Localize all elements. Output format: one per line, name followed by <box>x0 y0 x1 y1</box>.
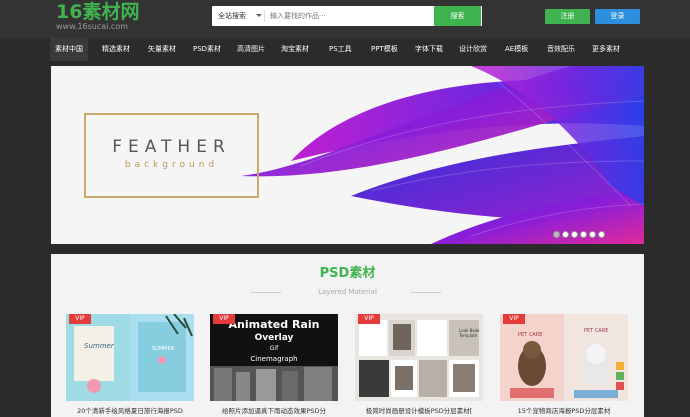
carousel-dot[interactable] <box>562 231 569 238</box>
section-subtitle: Layered Material <box>318 288 377 296</box>
card-image-text: Cinemagraph <box>250 355 298 363</box>
nav-item-hd-images[interactable]: 高清图片 <box>232 38 270 61</box>
feather-title-frame: FEATHER background <box>84 113 259 198</box>
section-title: PSD素材 <box>319 266 376 281</box>
carousel-dot[interactable] <box>580 231 587 238</box>
search-button[interactable]: 搜索 <box>434 6 481 26</box>
nav-item-more[interactable]: 更多素材 <box>587 38 625 61</box>
carousel-dot[interactable] <box>553 231 560 238</box>
carousel-dot[interactable] <box>598 231 605 238</box>
nav-item-featured[interactable]: 精选素材 <box>97 38 135 61</box>
card-image-text: Overlay <box>254 333 294 343</box>
vip-badge: VIP <box>358 314 380 324</box>
vip-badge: VIP <box>69 314 91 324</box>
psd-section: PSD素材 Layered Material Summer SUMMER VIP… <box>51 254 644 417</box>
nav-item-ps-tools[interactable]: PS工具 <box>324 38 357 61</box>
card-image-text: Look Book Template <box>459 328 480 338</box>
card-caption[interactable]: 极简时尚画册设计模板PSD分层素材[ <box>350 405 488 415</box>
card-caption[interactable]: 20个清新手绘风格夏日旅行海报PSD <box>61 405 199 415</box>
vip-badge: VIP <box>503 314 525 324</box>
carousel-dot[interactable] <box>589 231 596 238</box>
summer-poster-image <box>66 314 194 401</box>
login-button[interactable]: 登录 <box>595 9 640 24</box>
card-image-text: Gif <box>269 345 279 352</box>
nav-item-design[interactable]: 设计欣赏 <box>454 38 492 61</box>
top-header: 16素材网 www.16sucai.com 全站搜索 搜索 注册 登录 <box>0 0 690 38</box>
card-image-text: Summer <box>84 342 114 350</box>
nav-item-vector[interactable]: 矢量素材 <box>143 38 181 61</box>
search-scope-select[interactable]: 全站搜索 <box>218 6 246 26</box>
nav-item-ppt[interactable]: PPT模板 <box>366 38 403 61</box>
card-image-text: SUMMER <box>152 346 175 352</box>
card-image-text: PET CARE <box>584 328 609 334</box>
nav-item-audio[interactable]: 音效配乐 <box>542 38 580 61</box>
carousel-dots <box>553 223 607 242</box>
material-card-thumbnail[interactable]: Summer SUMMER VIP <box>66 314 194 401</box>
search-input[interactable] <box>270 6 440 26</box>
nav-item-psd[interactable]: PSD素材 <box>188 38 226 61</box>
site-logo[interactable]: 16素材网 www.16sucai.com <box>56 1 139 31</box>
chevron-down-icon <box>256 14 262 17</box>
vip-badge: VIP <box>213 314 235 324</box>
pet-care-image <box>500 314 628 401</box>
register-button[interactable]: 注册 <box>545 9 590 24</box>
card-caption[interactable]: 给照片添加逼真下雨动态效果PSD分 <box>205 405 343 415</box>
nav-item-fonts[interactable]: 字体下载 <box>410 38 448 61</box>
divider <box>411 292 441 293</box>
material-card-thumbnail[interactable]: PET CARE PET CARE VIP <box>500 314 628 401</box>
nav-item-ae[interactable]: AE模板 <box>500 38 533 61</box>
nav-item-home[interactable]: 素材中国 <box>50 38 88 61</box>
material-card-thumbnail[interactable]: Animated Rain Overlay Gif Cinemagraph VI… <box>210 314 338 401</box>
carousel-dot[interactable] <box>571 231 578 238</box>
search-divider <box>264 10 265 22</box>
banner-title: FEATHER <box>112 137 231 157</box>
card-caption[interactable]: 15个宠物商店海报PSD分层素材 <box>495 405 633 415</box>
hero-banner[interactable]: FEATHER background <box>51 66 644 244</box>
banner-subtitle: background <box>124 160 219 170</box>
main-nav: 素材中国 精选素材 矢量素材 PSD素材 高清图片 淘宝素材 PS工具 PPT模… <box>0 38 690 61</box>
logo-text: 16素材网 <box>56 1 140 23</box>
nav-item-taobao[interactable]: 淘宝素材 <box>276 38 314 61</box>
card-image-text: PET CARE <box>518 332 543 338</box>
logo-url: www.16sucai.com <box>56 22 129 31</box>
material-card-thumbnail[interactable]: Look Book Template VIP <box>355 314 483 401</box>
